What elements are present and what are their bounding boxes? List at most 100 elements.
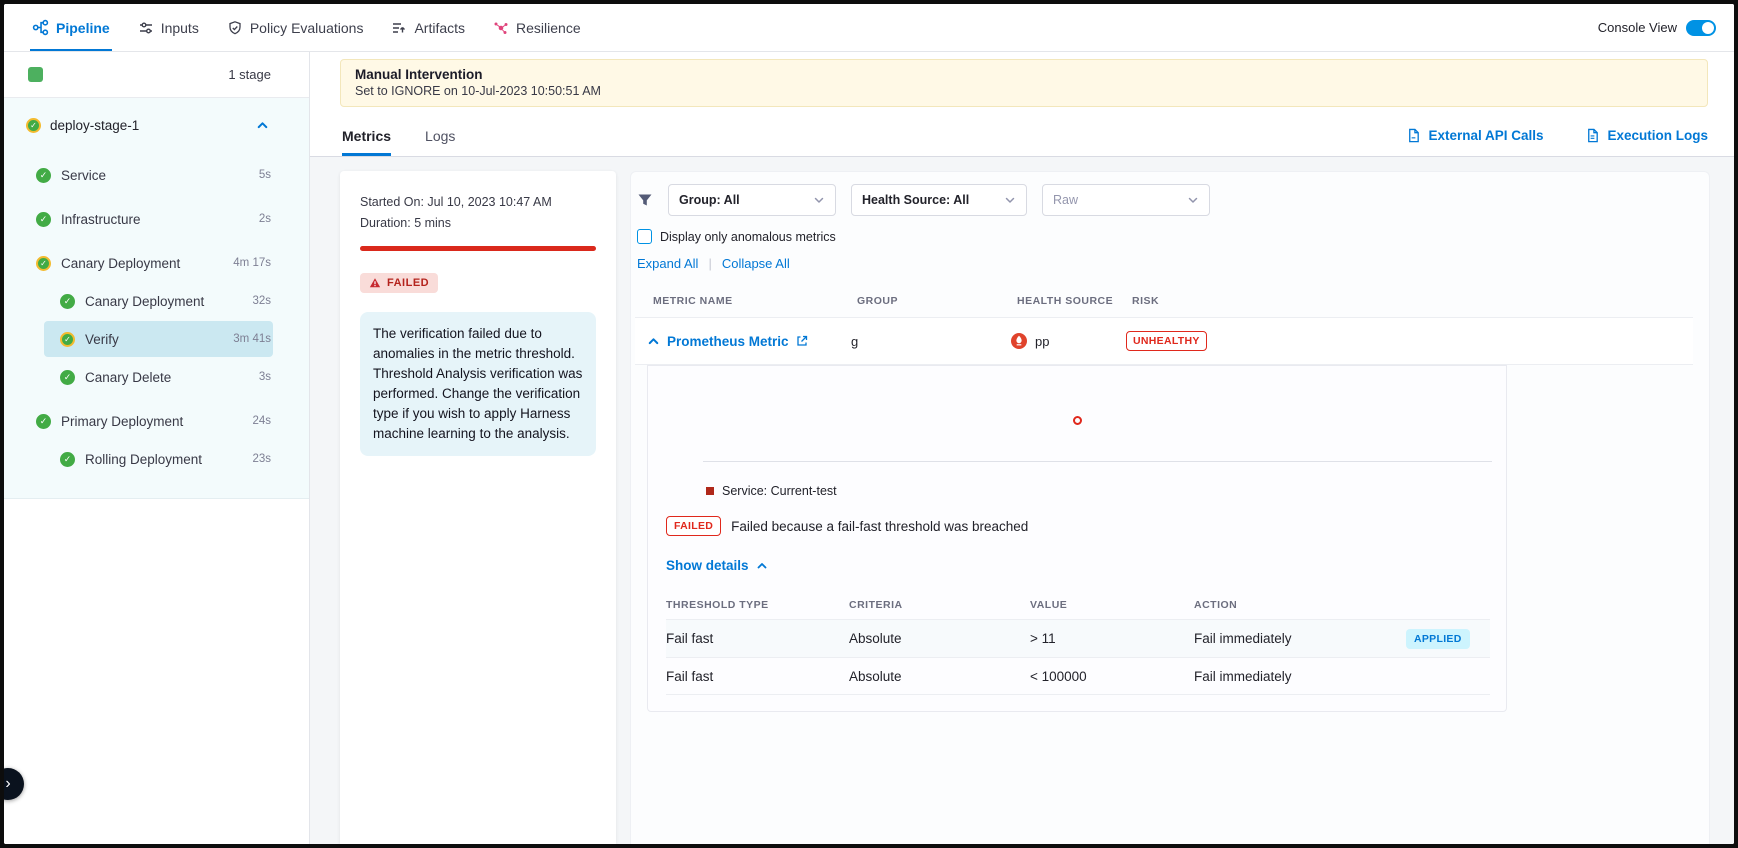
threshold-action: Fail immediately xyxy=(1194,669,1406,684)
risk-badge-unhealthy: UNHEALTHY xyxy=(1126,331,1207,351)
verification-message: The verification failed due to anomalies… xyxy=(360,312,596,456)
step-service[interactable]: ✓ Service 5s xyxy=(4,156,309,194)
api-document-icon xyxy=(1406,128,1421,143)
col-risk: RISK xyxy=(1132,295,1693,307)
stage-status-square xyxy=(28,67,43,82)
metric-view-select[interactable]: Raw xyxy=(1042,184,1210,216)
collapse-chevron-up-icon[interactable] xyxy=(647,335,660,348)
legend-label: Service: Current-test xyxy=(722,484,837,498)
anomalous-data-point xyxy=(1073,416,1082,425)
step-duration: 4m 17s xyxy=(233,257,309,269)
console-view-control: Console View xyxy=(1598,20,1734,36)
step-label: Rolling Deployment xyxy=(85,452,202,467)
filter-funnel-icon xyxy=(637,192,653,208)
pipeline-icon xyxy=(32,19,49,36)
artifacts-icon xyxy=(391,20,407,36)
nav-label: Artifacts xyxy=(414,20,465,36)
filter-row: Group: All Health Source: All xyxy=(635,184,1693,216)
execution-logs-link[interactable]: Execution Logs xyxy=(1585,128,1708,143)
show-details-link[interactable]: Show details xyxy=(666,558,749,573)
step-label: Canary Deployment xyxy=(85,294,204,309)
console-view-toggle[interactable] xyxy=(1686,20,1716,36)
step-infrastructure[interactable]: ✓ Infrastructure 2s xyxy=(4,200,309,238)
banner-subtitle: Set to IGNORE on 10-Jul-2023 10:50:51 AM xyxy=(355,84,1693,98)
tab-metrics[interactable]: Metrics xyxy=(342,115,391,156)
select-value: Group: All xyxy=(679,193,740,207)
anomalous-metrics-checkbox[interactable] xyxy=(637,229,652,244)
nav-tab-artifacts[interactable]: Artifacts xyxy=(391,4,465,51)
app-window: Pipeline Inputs Policy Evaluations Artif… xyxy=(4,4,1734,844)
success-icon: ✓ xyxy=(36,414,51,429)
shield-check-icon xyxy=(227,20,243,36)
inputs-icon xyxy=(138,20,154,36)
failed-status-label: FAILED xyxy=(387,277,429,289)
screen-frame: Pipeline Inputs Policy Evaluations Artif… xyxy=(0,0,1738,848)
external-api-calls-link[interactable]: External API Calls xyxy=(1406,128,1543,143)
nav-tab-pipeline[interactable]: Pipeline xyxy=(32,4,110,51)
step-label: Primary Deployment xyxy=(61,414,183,429)
toggle-knob xyxy=(1702,22,1714,34)
metrics-content-area: Started On: Jul 10, 2023 10:47 AM Durati… xyxy=(310,157,1734,844)
show-details-control[interactable]: Show details xyxy=(666,558,1490,573)
threshold-type: Fail fast xyxy=(666,631,849,646)
stage-summary-row: 1 stage xyxy=(4,52,309,98)
group-filter-select[interactable]: Group: All xyxy=(668,184,836,216)
success-icon: ✓ xyxy=(60,294,75,309)
resilience-chaos-icon xyxy=(493,20,509,36)
success-icon: ✓ xyxy=(60,370,75,385)
external-link-icon[interactable] xyxy=(796,335,808,347)
collapse-all-link[interactable]: Collapse All xyxy=(722,256,790,271)
metric-detail-body: Service: Current-test FAILED Failed beca… xyxy=(648,462,1506,711)
nav-tab-resilience[interactable]: Resilience xyxy=(493,4,581,51)
expand-all-link[interactable]: Expand All xyxy=(637,256,698,271)
step-verify[interactable]: ✓ Verify 3m 41s xyxy=(4,320,309,358)
health-source-filter-select[interactable]: Health Source: All xyxy=(851,184,1027,216)
nav-tab-inputs[interactable]: Inputs xyxy=(138,4,199,51)
success-icon: ✓ xyxy=(36,168,51,183)
tab-logs[interactable]: Logs xyxy=(425,115,455,156)
step-detail-main: Manual Intervention Set to IGNORE on 10-… xyxy=(310,52,1734,844)
metric-row-prometheus[interactable]: Prometheus Metric g pp xyxy=(635,317,1693,365)
metrics-panel: Group: All Health Source: All xyxy=(630,171,1710,844)
chevron-down-icon xyxy=(1004,194,1016,206)
chevron-up-icon[interactable] xyxy=(256,119,269,132)
step-canary-deployment[interactable]: ✓ Canary Deployment 32s xyxy=(4,282,309,320)
metrics-table-header: METRIC NAME GROUP HEALTH SOURCE RISK xyxy=(635,285,1693,317)
banner-title: Manual Intervention xyxy=(355,67,1693,82)
nav-label: Resilience xyxy=(516,20,581,36)
metric-expanded-detail: Service: Current-test FAILED Failed beca… xyxy=(647,365,1507,712)
nav-tab-policy-evaluations[interactable]: Policy Evaluations xyxy=(227,4,364,51)
step-primary-deployment[interactable]: ✓ Primary Deployment 24s xyxy=(4,402,309,440)
step-canary-deployment-group[interactable]: ✓ Canary Deployment 4m 17s xyxy=(4,244,309,282)
started-on: Started On: Jul 10, 2023 10:47 AM xyxy=(360,195,596,209)
banner-wrap: Manual Intervention Set to IGNORE on 10-… xyxy=(310,52,1734,115)
step-label: Canary Delete xyxy=(85,370,171,385)
select-value: Raw xyxy=(1053,193,1078,207)
col-value: VALUE xyxy=(1030,599,1194,611)
threshold-criteria: Absolute xyxy=(849,669,1030,684)
duration: Duration: 5 mins xyxy=(360,216,596,230)
stage-block: ✓ deploy-stage-1 ✓ Service 5s ✓ Infrastr… xyxy=(4,98,309,499)
failure-reason-text: Failed because a fail-fast threshold was… xyxy=(731,519,1028,534)
chevron-down-icon xyxy=(813,194,825,206)
manual-intervention-banner: Manual Intervention Set to IGNORE on 10-… xyxy=(340,59,1708,107)
top-navigation: Pipeline Inputs Policy Evaluations Artif… xyxy=(4,4,1734,52)
verification-progress-bar xyxy=(360,246,596,251)
success-icon: ✓ xyxy=(36,212,51,227)
execution-stage-sidebar: 1 stage ✓ deploy-stage-1 ✓ Service 5s xyxy=(4,52,310,844)
col-status xyxy=(1406,599,1490,611)
step-duration: 5s xyxy=(259,169,309,181)
ignored-failure-icon: ✓ xyxy=(36,256,51,271)
nav-label: Policy Evaluations xyxy=(250,20,364,36)
step-rolling-deployment[interactable]: ✓ Rolling Deployment 23s xyxy=(4,440,309,478)
expand-collapse-row: Expand All | Collapse All xyxy=(635,256,1693,271)
metric-name-link[interactable]: Prometheus Metric xyxy=(667,334,789,349)
stage-row-deploy-stage-1[interactable]: ✓ deploy-stage-1 xyxy=(4,104,309,146)
prometheus-health-source-icon xyxy=(1011,333,1027,349)
step-canary-delete[interactable]: ✓ Canary Delete 3s xyxy=(4,358,309,396)
threshold-row: Fail fast Absolute > 11 Fail immediately… xyxy=(666,619,1490,657)
step-duration: 32s xyxy=(252,295,309,307)
threshold-row: Fail fast Absolute < 100000 Fail immedia… xyxy=(666,657,1490,695)
verification-summary-card: Started On: Jul 10, 2023 10:47 AM Durati… xyxy=(340,171,616,844)
health-source-value: pp xyxy=(1035,334,1049,349)
